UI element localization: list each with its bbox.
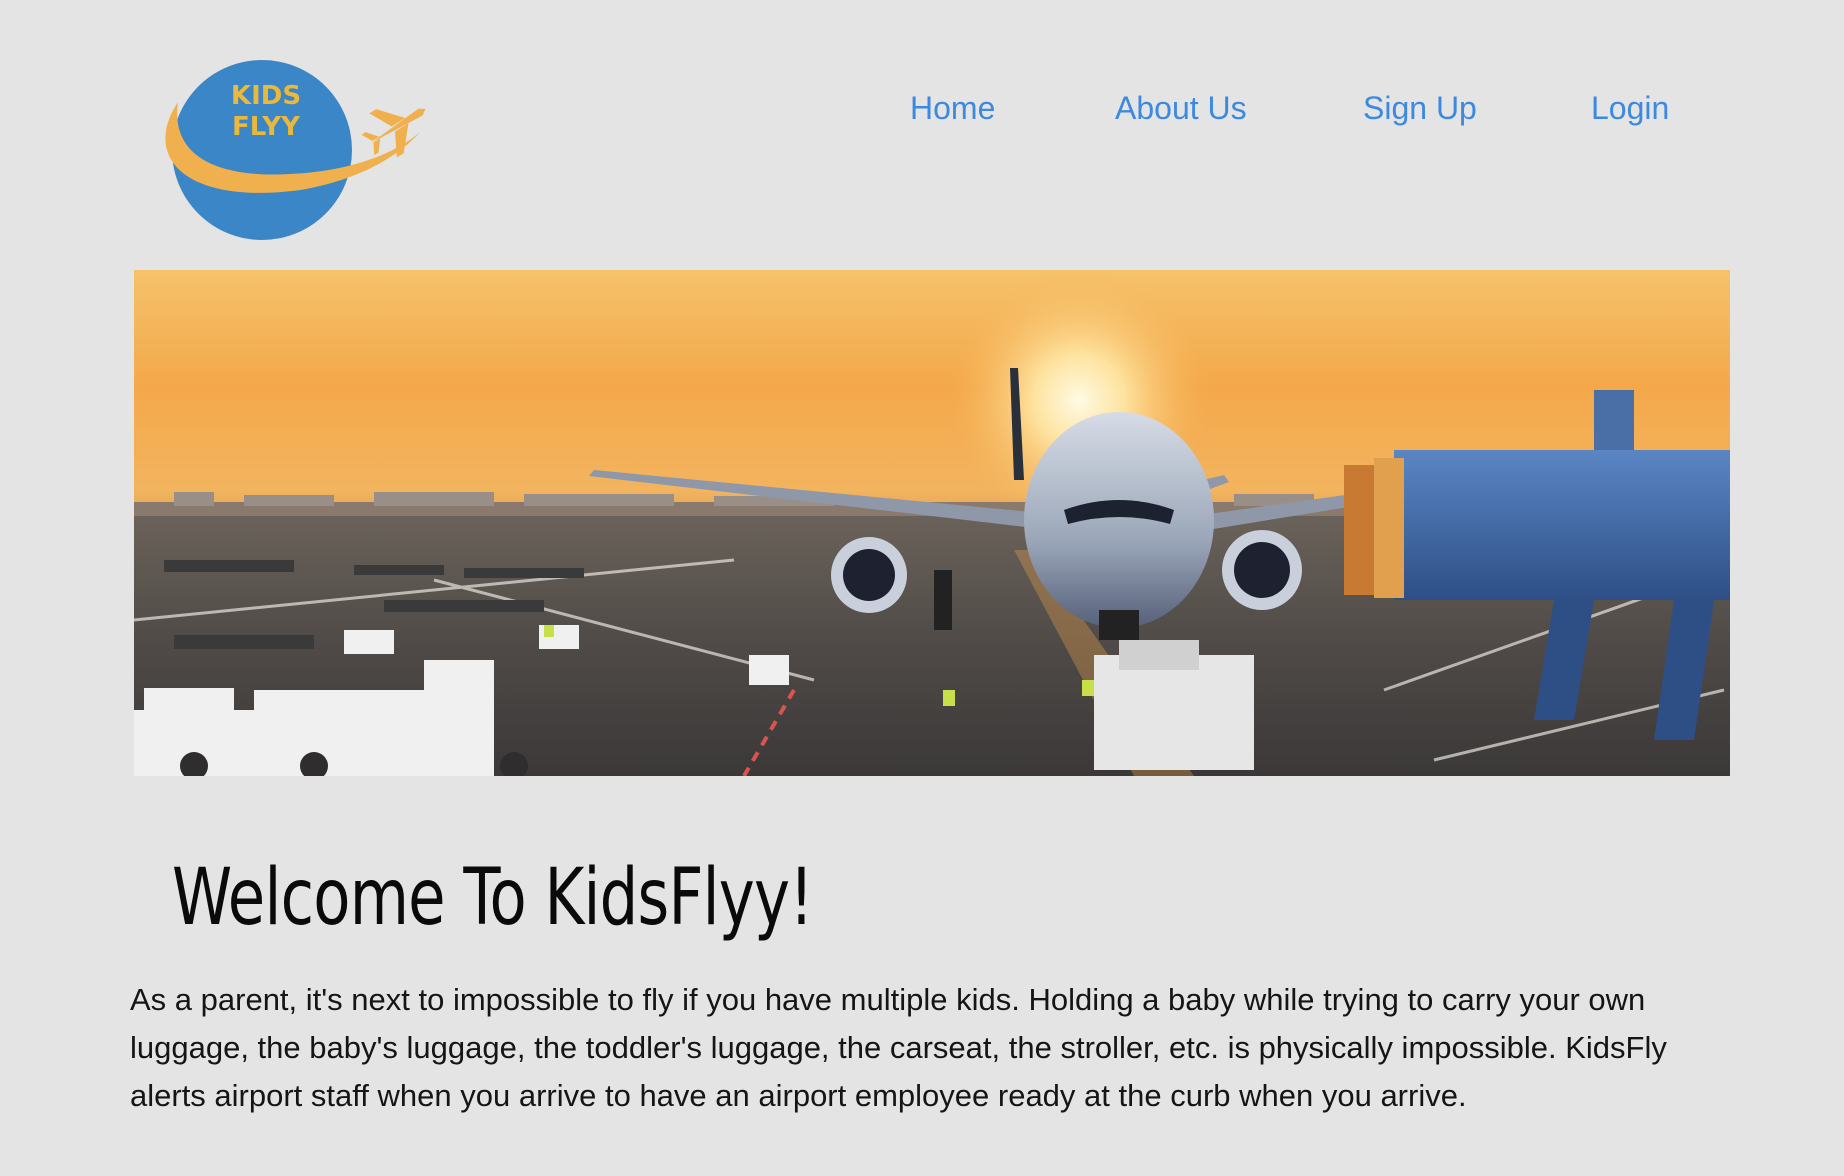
nav-link-sign-up[interactable]: Sign Up — [1363, 86, 1477, 130]
intro-paragraph: As a parent, it's next to impossible to … — [130, 982, 1667, 1113]
main-nav: Home About Us Sign Up Login — [0, 86, 1844, 130]
page: KIDS FLYY Home About Us Sign Up Login We… — [0, 0, 1844, 1176]
hero-image — [134, 270, 1730, 776]
nav-link-about-us[interactable]: About Us — [1115, 86, 1247, 130]
nav-link-home[interactable]: Home — [910, 86, 995, 130]
hero-airplane-illustration — [134, 270, 1730, 776]
kidsflyy-logo[interactable]: KIDS FLYY — [150, 50, 440, 250]
nav-link-login[interactable]: Login — [1591, 86, 1669, 130]
logo-graphic: KIDS FLYY — [165, 60, 426, 240]
page-title: Welcome To KidsFlyy! — [172, 853, 814, 943]
